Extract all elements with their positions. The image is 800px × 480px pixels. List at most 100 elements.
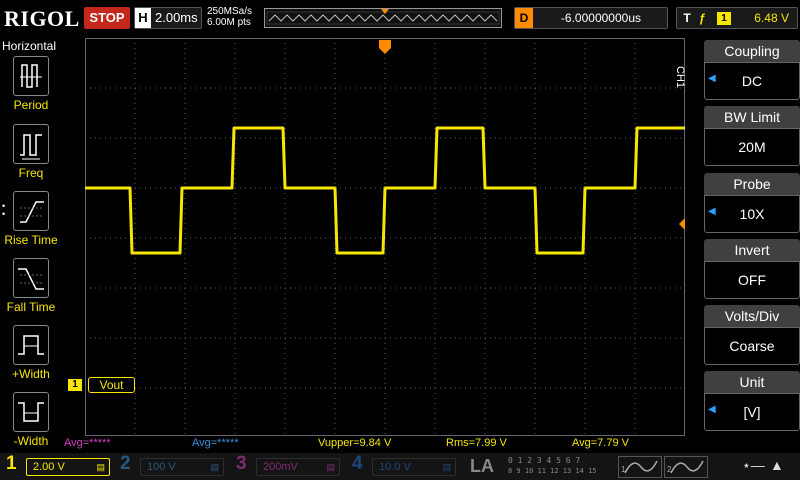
period-label: Period [13,98,49,112]
delay-label: D [515,8,533,28]
channel-4-scale-box: 10.0 V ▤ [372,458,456,476]
measurement-rms: Rms=7.99 V [446,437,507,449]
trigger-level: 6.48 V [754,11,789,25]
run-stop-status[interactable]: STOP [84,7,130,29]
timebase-box[interactable]: H 2.00ms [134,7,202,29]
coupling-value: DC [704,62,800,100]
fall-time-label: Fall Time [6,300,56,314]
channel-3-scale-box: 200mV ▤ [256,458,340,476]
measure-rise-time[interactable]: Rise Time [0,191,62,255]
bw-limit-value: 20M [704,128,800,166]
bw-limit-option[interactable]: BW Limit 20M [704,106,800,170]
probe-arrow-icon: ◀ [708,206,716,217]
usb-icon: ⋆— [742,457,765,473]
channel-menu-label: CH1 [674,66,686,89]
generator-1-number: 1 [621,465,626,474]
measurement-vupper: Vupper=9.84 V [318,437,392,449]
logic-analyzer-status[interactable]: LA 0 1 2 3 4 5 6 7 8 9 10 11 12 13 14 15 [466,455,614,479]
channel-1-number: 1 [6,453,17,474]
unit-option[interactable]: Unit [V] ◀ [704,371,800,435]
channel-1-waveform [85,126,685,255]
measure-fall-time[interactable]: Fall Time [0,258,62,322]
la-label: LA [470,456,494,476]
measurement-avg: Avg=7.79 V [572,437,629,449]
unit-arrow-icon: ◀ [708,404,716,415]
rise-time-icon [13,191,49,231]
generator-2-number: 2 [667,465,672,474]
menu-title: Horizontal [2,39,57,53]
trace-label[interactable]: Vout [88,377,135,393]
channel-3-scale: 200mV [263,461,298,473]
freq-icon [13,124,49,164]
channel-settings-menu: Coupling DC ◀ BW Limit 20M Probe 10X ◀ I… [704,38,800,436]
bandwidth-limit-icon: ▤ [210,462,219,472]
trigger-level-marker-icon[interactable] [679,218,685,230]
channel-status-bar: 1 2.00 V ▤ 2 100 V ▤ 3 200mV ▤ 4 10.0 V … [0,453,800,480]
volts-div-option[interactable]: Volts/Div Coarse [704,305,800,369]
coupling-arrow-icon: ◀ [708,73,716,84]
bandwidth-limit-icon: ▤ [442,462,451,472]
plus-width-icon [13,325,49,365]
invert-label: Invert [704,239,800,261]
la-digits-top: 0 1 2 3 4 5 6 7 [508,456,581,465]
invert-option[interactable]: Invert OFF [704,239,800,303]
channel-2-scale: 100 V [147,461,176,473]
probe-label: Probe [704,173,800,195]
horizontal-measure-menu: Horizontal Period Freq • • Rise Time Fall… [0,38,62,448]
coupling-option[interactable]: Coupling DC ◀ [704,40,800,104]
channel-2-status[interactable]: 2 100 V ▤ [120,453,228,479]
la-digits-bottom: 8 9 10 11 12 13 14 15 [508,467,597,475]
measure-freq[interactable]: Freq [0,124,62,188]
timebase-label: H [135,8,151,28]
generator-2-status[interactable]: 2 [664,456,708,478]
delay-value: -6.00000000us [560,11,641,25]
unit-value: [V] [704,393,800,431]
channel-4-status[interactable]: 4 10.0 V ▤ [352,453,460,479]
probe-option[interactable]: Probe 10X ◀ [704,173,800,237]
measurement-avg-ch2: Avg=***** [192,437,239,449]
minus-width-icon [13,392,49,432]
delay-box[interactable]: D -6.00000000us [514,7,668,29]
channel-2-number: 2 [120,453,131,474]
channel-4-number: 4 [352,453,363,474]
trigger-position-marker-icon[interactable] [379,40,391,54]
coupling-label: Coupling [704,40,800,62]
bandwidth-limit-icon: ▤ [326,462,335,472]
probe-value: 10X [704,195,800,233]
top-status-bar: RIGOL STOP H 2.00ms 250MSa/s 6.00M pts D … [0,0,800,38]
trigger-source: 1 [717,12,731,25]
measure-minus-width[interactable]: -Width [0,392,62,456]
graticule [85,38,685,436]
acquisition-info: 250MSa/s 6.00M pts [207,6,252,28]
speaker-icon[interactable]: ▲ [770,457,784,473]
brand-logo: RIGOL [4,6,80,31]
trigger-box[interactable]: T ƒ 1 6.48 V [676,7,798,29]
measurement-bar: Avg=***** Avg=***** Vupper=9.84 V Rms=7.… [62,436,684,452]
channel-4-scale: 10.0 V [379,461,411,473]
bw-limit-label: BW Limit [704,106,800,128]
rise-time-label: Rise Time [4,233,58,247]
channel-1-status[interactable]: 1 2.00 V ▤ [6,453,114,479]
volts-div-label: Volts/Div [704,305,800,327]
trigger-label: T [683,11,691,25]
channel-1-ground-marker[interactable]: 1 [68,379,82,391]
channel-3-status[interactable]: 3 200mV ▤ [236,453,344,479]
generator-1-status[interactable]: 1 [618,456,662,478]
sample-rate: 250MSa/s [207,6,253,17]
minus-width-label: -Width [13,434,49,448]
measure-plus-width[interactable]: +Width [0,325,62,389]
timebase-value: 2.00ms [155,10,198,25]
period-icon [13,56,49,96]
plus-width-label: +Width [12,367,50,381]
volts-div-value: Coarse [704,327,800,365]
memory-overview-strip[interactable] [264,8,502,28]
channel-2-scale-box: 100 V ▤ [140,458,224,476]
channel-3-number: 3 [236,453,247,474]
measure-period[interactable]: Period [0,56,62,120]
memory-depth: 6.00M pts [207,17,251,28]
freq-label: Freq [18,166,44,180]
trigger-edge-icon: ƒ [699,11,706,25]
unit-label: Unit [704,371,800,393]
bandwidth-limit-icon: ▤ [96,462,105,472]
waveform-display[interactable] [85,38,685,436]
